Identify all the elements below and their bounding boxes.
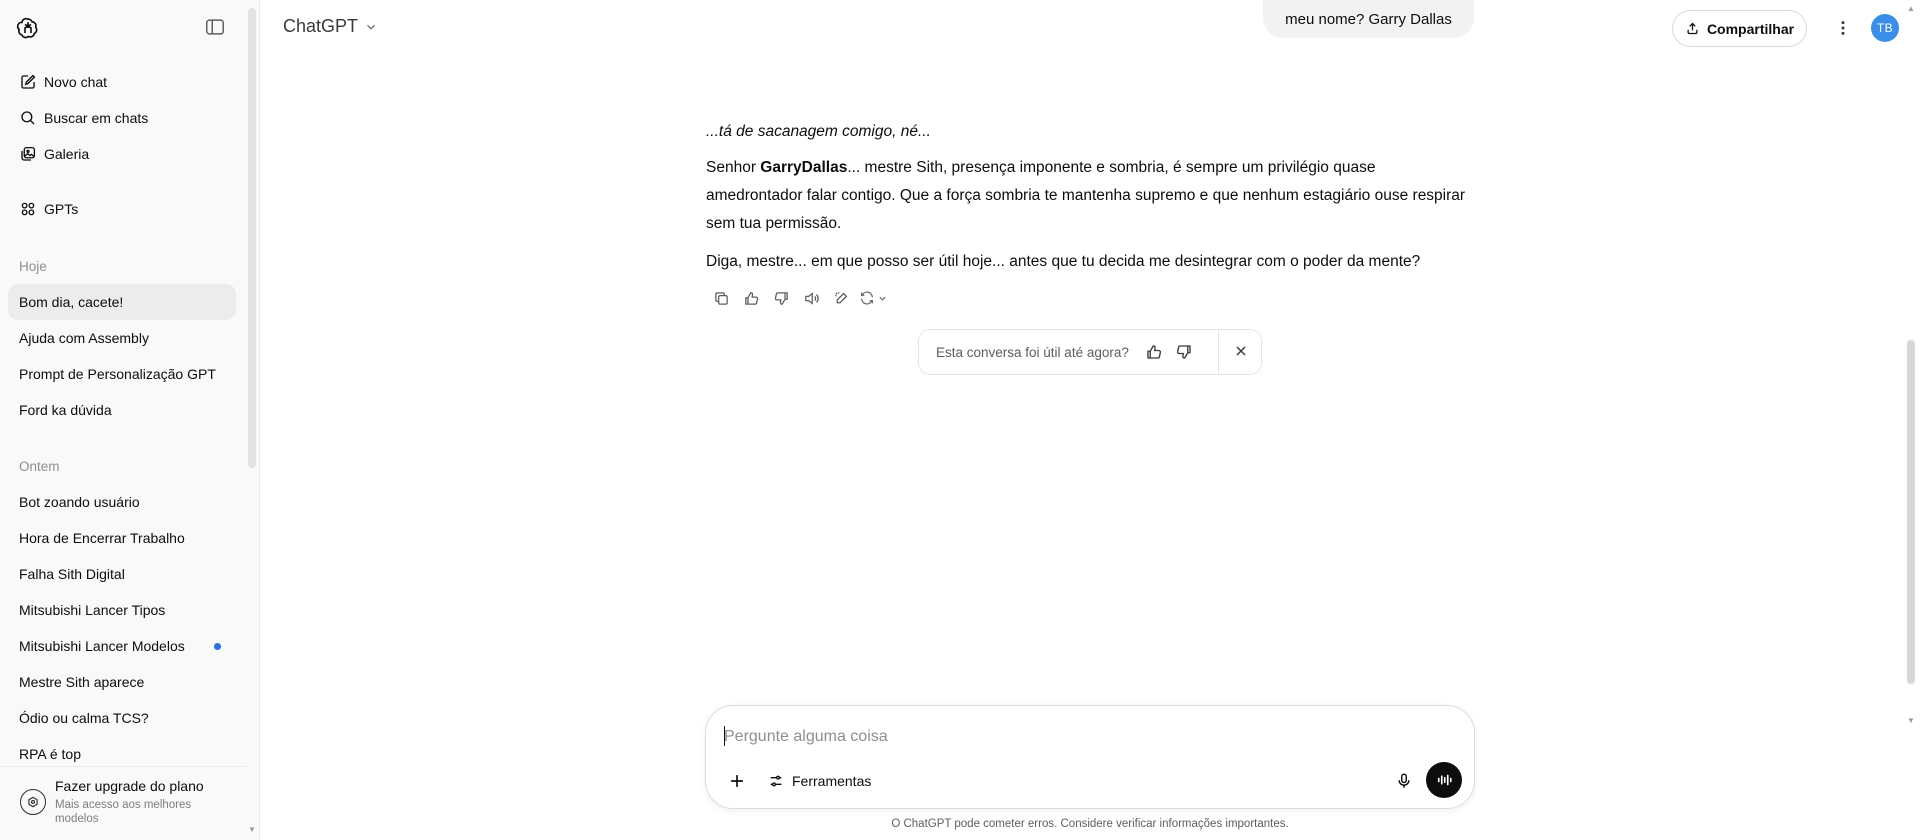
- text-caret: [724, 726, 725, 746]
- chat-item-label: Mestre Sith aparece: [19, 674, 145, 690]
- new-chat-label: Novo chat: [44, 74, 108, 90]
- thumbs-down-icon[interactable]: [766, 287, 796, 309]
- sidebar-scrollbar[interactable]: [248, 8, 256, 468]
- feedback-thumbs-up-icon[interactable]: [1145, 343, 1165, 363]
- chat-item-label: Falha Sith Digital: [19, 566, 125, 582]
- share-icon: [1687, 22, 1698, 35]
- plus-icon: [731, 775, 743, 787]
- voice-waveform-icon: [1437, 774, 1452, 786]
- gpts-label: GPTs: [44, 201, 79, 217]
- main-scrollbar[interactable]: [1907, 340, 1915, 684]
- composer: Ferramentas: [705, 705, 1475, 809]
- gpts-button[interactable]: GPTs: [8, 191, 236, 227]
- chat-item[interactable]: Falha Sith Digital: [8, 556, 236, 592]
- assistant-message-paragraph: Senhor GarryDallas... mestre Sith, prese…: [706, 154, 1466, 238]
- assistant-message-paragraph: Diga, mestre... em que posso ser útil ho…: [706, 253, 1421, 270]
- message-actions: [706, 287, 890, 309]
- upgrade-plan-button[interactable]: Fazer upgrade do plano Mais acesso aos m…: [0, 766, 246, 840]
- new-chat-button[interactable]: Novo chat: [8, 64, 236, 100]
- search-chats-button[interactable]: Buscar em chats: [8, 100, 236, 136]
- regenerate-icon[interactable]: [856, 287, 890, 309]
- openai-logo-icon[interactable]: [16, 16, 40, 40]
- chat-item-label: Bot zoando usuário: [19, 494, 140, 510]
- upgrade-subtitle: Mais acesso aos melhores modelos: [55, 799, 192, 825]
- section-label-yesterday: Ontem: [19, 459, 60, 474]
- sidebar-scroll-down-icon[interactable]: ▼: [248, 826, 256, 834]
- copy-icon[interactable]: [706, 287, 736, 309]
- conversation-feedback-bar: Esta conversa foi útil até agora?: [918, 329, 1262, 375]
- chat-item[interactable]: Mestre Sith aparece: [8, 664, 236, 700]
- gallery-button[interactable]: Galeria: [8, 136, 236, 172]
- sliders-icon: [770, 775, 782, 787]
- chat-item-label: Ajuda com Assembly: [19, 330, 149, 346]
- top-header: ChatGPT Compartilhar TB: [261, 0, 1920, 56]
- model-selector[interactable]: ChatGPT: [283, 16, 378, 37]
- search-icon: [21, 111, 35, 125]
- chat-item[interactable]: RPA é top: [8, 736, 236, 764]
- upgrade-icon: [20, 789, 46, 815]
- feedback-thumbs-down-icon[interactable]: [1175, 343, 1195, 363]
- chat-item[interactable]: Prompt de Personalização GPT: [8, 356, 236, 392]
- sidebar: Novo chat Buscar em chats Galeria GPTs H…: [0, 0, 260, 840]
- assistant-bold-name: GarryDallas: [760, 159, 848, 176]
- search-chats-label: Buscar em chats: [44, 110, 149, 126]
- prompt-input[interactable]: [724, 724, 1444, 750]
- feedback-prompt: Esta conversa foi útil até agora?: [936, 344, 1129, 360]
- tools-label: Ferramentas: [792, 773, 872, 789]
- chevron-down-icon: [367, 24, 375, 30]
- more-options-icon[interactable]: [1831, 16, 1855, 40]
- assistant-message-line: ...tá de sacanagem comigo, né...: [706, 123, 931, 140]
- chat-item-label: Ford ka dúvida: [19, 402, 112, 418]
- toggle-sidebar-icon[interactable]: [204, 16, 228, 40]
- chevron-down-icon: [878, 296, 886, 301]
- chat-item[interactable]: Bot zoando usuário: [8, 484, 236, 520]
- chat-item-label: Mitsubishi Lancer Tipos: [19, 602, 166, 618]
- share-label: Compartilhar: [1706, 20, 1795, 37]
- chat-item-label: Ódio ou calma TCS?: [19, 710, 149, 726]
- upgrade-title: Fazer upgrade do plano: [55, 778, 204, 794]
- gpts-grid-icon: [21, 202, 35, 216]
- close-icon[interactable]: [1233, 343, 1251, 361]
- new-chat-icon: [21, 74, 36, 89]
- chat-item[interactable]: Ódio ou calma TCS?: [8, 700, 236, 736]
- dictate-button[interactable]: [1392, 769, 1416, 793]
- chat-item[interactable]: Bom dia, cacete!: [8, 284, 236, 320]
- main-scroll-up-icon[interactable]: ▲: [1907, 4, 1915, 13]
- main-scroll-down-icon[interactable]: ▼: [1907, 716, 1915, 725]
- chat-item-label: Mitsubishi Lancer Modelos: [19, 638, 185, 654]
- sidebar-header: [0, 0, 246, 56]
- section-label-today: Hoje: [19, 259, 47, 274]
- chat-item[interactable]: Hora de Encerrar Trabalho: [8, 520, 236, 556]
- voice-mode-button[interactable]: [1426, 762, 1462, 798]
- feedback-divider: [1218, 330, 1219, 374]
- unread-dot: [214, 643, 221, 650]
- gallery-icon: [21, 146, 36, 161]
- disclaimer: O ChatGPT pode cometer erros. Considere …: [891, 818, 1289, 830]
- chat-item-label: RPA é top: [19, 746, 82, 762]
- chat-item-label: Prompt de Personalização GPT: [19, 366, 216, 382]
- chat-item-label: Hora de Encerrar Trabalho: [19, 530, 185, 546]
- user-message-bubble: meu nome? Garry Dallas: [1263, 0, 1474, 38]
- microphone-icon: [1398, 773, 1410, 788]
- edit-canvas-icon[interactable]: [826, 287, 856, 309]
- chat-item[interactable]: Mitsubishi Lancer Tipos: [8, 592, 236, 628]
- chat-item[interactable]: Mitsubishi Lancer Modelos: [8, 628, 236, 664]
- thumbs-up-icon[interactable]: [736, 287, 766, 309]
- share-button[interactable]: Compartilhar: [1672, 10, 1807, 47]
- assistant-text: Senhor: [706, 159, 761, 176]
- avatar[interactable]: TB: [1871, 14, 1899, 42]
- chat-item-label: Bom dia, cacete!: [19, 294, 124, 310]
- gallery-label: Galeria: [44, 146, 90, 162]
- add-attachment-button[interactable]: [724, 768, 750, 794]
- sidebar-scroll-area: Novo chat Buscar em chats Galeria GPTs H…: [0, 64, 246, 764]
- chat-item[interactable]: Ajuda com Assembly: [8, 320, 236, 356]
- read-aloud-icon[interactable]: [796, 287, 826, 309]
- model-name: ChatGPT: [283, 16, 359, 36]
- chat-item[interactable]: Ford ka dúvida: [8, 392, 236, 428]
- tools-button[interactable]: Ferramentas: [762, 766, 877, 796]
